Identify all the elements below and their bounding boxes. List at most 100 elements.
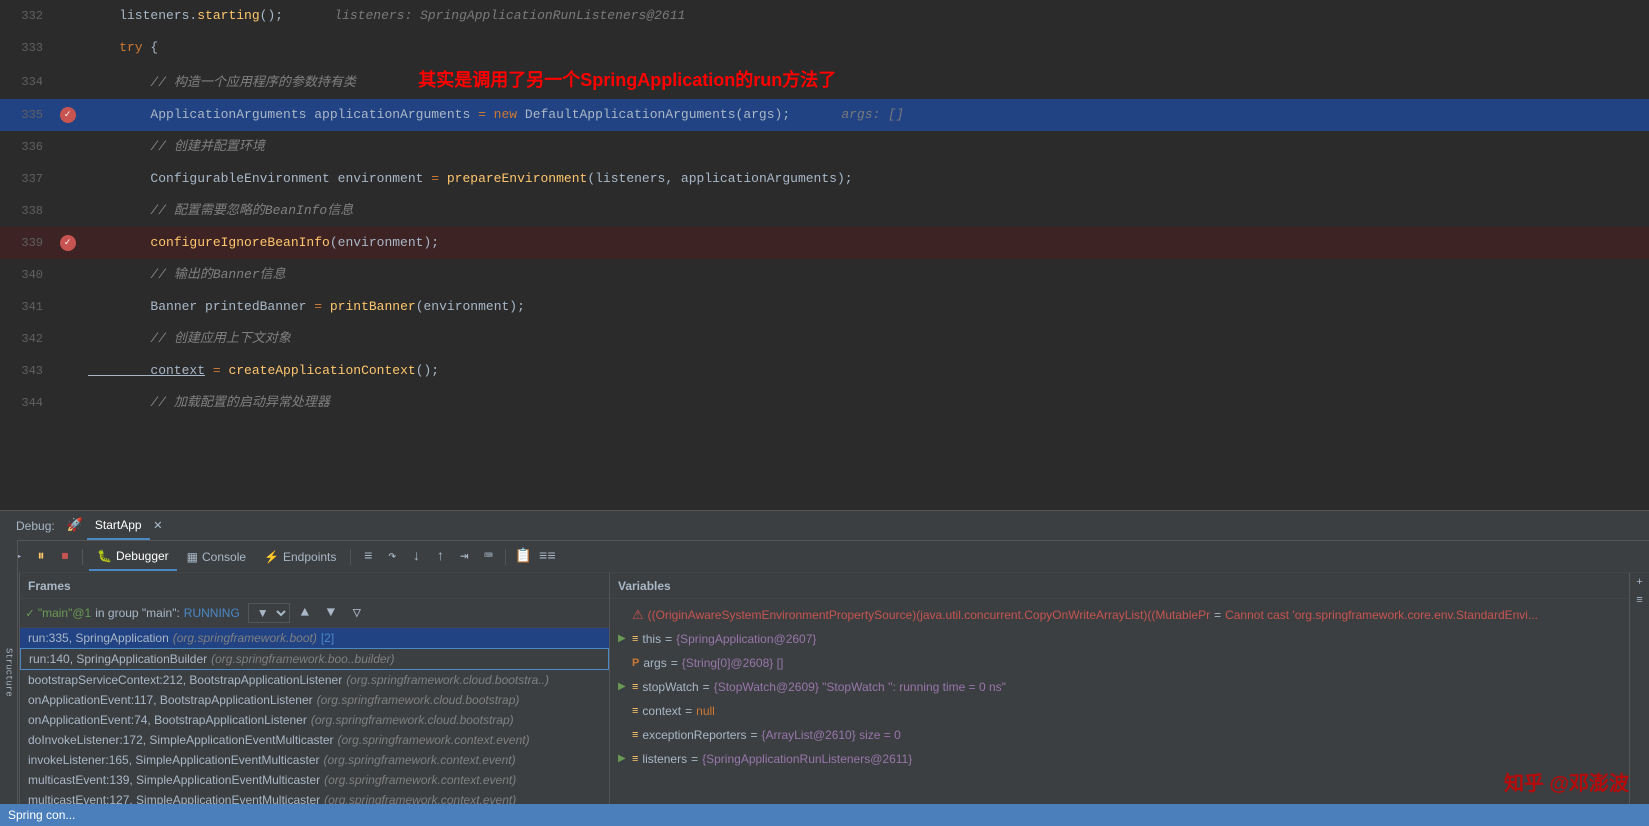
var-eq-this: = [665, 629, 672, 649]
thread-filter-btn[interactable]: ▽ [346, 602, 368, 624]
var-item-error: ⚠ ((OriginAwareSystemEnvironmentProperty… [610, 603, 1629, 627]
var-icon-listeners: ≡ [632, 749, 638, 769]
variables-area: Variables ⚠ ((OriginAwareSystemEnvironme… [610, 573, 1629, 826]
step-out-btn[interactable]: ↑ [429, 546, 451, 568]
add-watch-btn[interactable]: + [1636, 577, 1643, 589]
frame-item-1[interactable]: run:140, SpringApplicationBuilder (org.s… [20, 648, 609, 670]
structure-label[interactable]: Structure [4, 648, 14, 697]
code-editor: 332 listeners.starting(); listeners: Spr… [0, 0, 1649, 510]
code-content-334: // 构造一个应用程序的参数持有类 其实是调用了另一个SpringApplica… [80, 64, 1649, 99]
var-item-exceptionreporters: ≡ exceptionReporters = {ArrayList@2610} … [610, 723, 1629, 747]
line-number-332: 332 [0, 9, 55, 23]
var-eq-listeners: = [691, 749, 698, 769]
stop-btn[interactable]: ⏹ [54, 546, 76, 568]
code-content-342: // 创建应用上下文对象 [80, 323, 1649, 355]
variables-header: Variables [610, 573, 1629, 599]
line-number-333: 333 [0, 41, 55, 55]
line-number-338: 338 [0, 204, 55, 218]
var-expand-this[interactable]: ▶ [618, 629, 628, 649]
more-btn[interactable]: ≡ [1636, 595, 1643, 607]
var-icon-stopwatch: ≡ [632, 677, 638, 697]
var-value-listeners: {SpringApplicationRunListeners@2611} [702, 749, 912, 769]
watermark: 知乎 @邓澎波 [1504, 767, 1629, 796]
tab-debugger[interactable]: 🐛 Debugger [89, 543, 177, 571]
frame-item-7[interactable]: multicastEvent:139, SimpleApplicationEve… [20, 770, 609, 790]
tab-group: 🐛 Debugger ▦ Console ⚡ Endpoints [89, 543, 344, 571]
code-line-341: 341 Banner printedBanner = printBanner(e… [0, 291, 1649, 323]
tab-debugger-label: Debugger [116, 549, 169, 563]
thread-group-status: in group "main": [95, 606, 180, 620]
line-number-336: 336 [0, 140, 55, 154]
debugger-icon: 🐛 [97, 549, 112, 563]
var-expand-listeners[interactable]: ▶ [618, 749, 628, 769]
frame-method-5: doInvokeListener:172, SimpleApplicationE… [28, 733, 334, 747]
thread-check: ✓ [26, 606, 34, 621]
var-expand-stopwatch[interactable]: ▶ [618, 677, 628, 697]
line-number-340: 340 [0, 268, 55, 282]
frame-item-0[interactable]: run:335, SpringApplication (org.springfr… [20, 628, 609, 648]
frames-btn[interactable]: 📋 [512, 546, 534, 568]
tab-console[interactable]: ▦ Console [179, 543, 254, 571]
debug-tab-bar: Debug: 🚀 StartApp ✕ [0, 511, 1649, 541]
thread-up-btn[interactable]: ▲ [294, 602, 316, 624]
var-name-args: args [643, 653, 666, 673]
code-line-336: 336 // 创建并配置环境 [0, 131, 1649, 163]
pause-btn[interactable]: ⏸ [30, 546, 52, 568]
frame-item-3[interactable]: onApplicationEvent:117, BootstrapApplica… [20, 690, 609, 710]
code-line-339: 339 configureIgnoreBeanInfo(environment)… [0, 227, 1649, 259]
eval-expr-btn[interactable]: ⌨ [477, 546, 499, 568]
frame-item-4[interactable]: onApplicationEvent:74, BootstrapApplicat… [20, 710, 609, 730]
layout-btn[interactable]: ≡≡ [536, 546, 558, 568]
code-content-344: // 加载配置的启动异常处理器 [80, 387, 1649, 419]
thread-down-btn[interactable]: ▼ [320, 602, 342, 624]
var-error-eq: = [1214, 605, 1221, 625]
step-over-btn[interactable]: ↷ [381, 546, 403, 568]
thread-name: "main"@1 [38, 606, 91, 620]
var-name-stopwatch: stopWatch [642, 677, 698, 697]
left-panel-strip: Structure [0, 540, 18, 804]
code-content-336: // 创建并配置环境 [80, 131, 1649, 163]
line-number-334: 334 [0, 75, 55, 89]
var-icon-this: ≡ [632, 629, 638, 649]
code-line-335: 335 ApplicationArguments applicationArgu… [0, 99, 1649, 131]
code-content-339: configureIgnoreBeanInfo(environment); [80, 227, 1649, 259]
frame-item-2[interactable]: bootstrapServiceContext:212, BootstrapAp… [20, 670, 609, 690]
var-icon-exceptionreporters: ≡ [632, 725, 638, 745]
close-tab-btn[interactable]: ✕ [154, 517, 162, 534]
var-name-this: this [642, 629, 661, 649]
step-into-btn[interactable]: ↓ [405, 546, 427, 568]
var-eq-context: = [685, 701, 692, 721]
run-to-cursor-btn[interactable]: ⇥ [453, 546, 475, 568]
thread-dropdown[interactable]: ▼ [248, 603, 290, 623]
frame-method-4: onApplicationEvent:74, BootstrapApplicat… [28, 713, 307, 727]
frames-header: Frames [20, 573, 609, 599]
line-number-344: 344 [0, 396, 55, 410]
toolbar-sep-1 [82, 549, 83, 565]
code-content-338: // 配置需要忽略的BeanInfo信息 [80, 195, 1649, 227]
tab-startapp[interactable]: StartApp [87, 512, 150, 540]
var-icon-args: P [632, 653, 639, 673]
code-line-340: 340 // 输出的Banner信息 [0, 259, 1649, 291]
settings-btn[interactable]: ≡ [357, 546, 379, 568]
frames-list: run:335, SpringApplication (org.springfr… [20, 628, 609, 826]
frame-method-3: onApplicationEvent:117, BootstrapApplica… [28, 693, 313, 707]
var-error-text: ((OriginAwareSystemEnvironmentPropertySo… [648, 605, 1210, 625]
status-text: Spring con... [8, 808, 75, 822]
var-item-listeners: ▶ ≡ listeners = {SpringApplicationRunLis… [610, 747, 1629, 771]
frame-item-5[interactable]: doInvokeListener:172, SimpleApplicationE… [20, 730, 609, 750]
frame-method-1: run:140, SpringApplicationBuilder [29, 652, 207, 666]
var-item-context: ≡ context = null [610, 699, 1629, 723]
tab-endpoints[interactable]: ⚡ Endpoints [256, 543, 344, 571]
frame-item-6[interactable]: invokeListener:165, SimpleApplicationEve… [20, 750, 609, 770]
debug-main: ▶ ■ ⚠ Frames ✓ "main"@1 in group "main":… [0, 573, 1649, 826]
var-name-exceptionreporters: exceptionReporters [642, 725, 746, 745]
code-line-338: 338 // 配置需要忽略的BeanInfo信息 [0, 195, 1649, 227]
code-content-343: context = createApplicationContext(); [80, 355, 1649, 387]
right-sidebar: + ≡ [1629, 573, 1649, 826]
console-icon: ▦ [187, 550, 198, 564]
frames-title: Frames [28, 579, 71, 593]
code-content-337: ConfigurableEnvironment environment = pr… [80, 163, 1649, 195]
line-number-342: 342 [0, 332, 55, 346]
var-name-listeners: listeners [642, 749, 687, 769]
code-line-344: 344 // 加载配置的启动异常处理器 [0, 387, 1649, 419]
